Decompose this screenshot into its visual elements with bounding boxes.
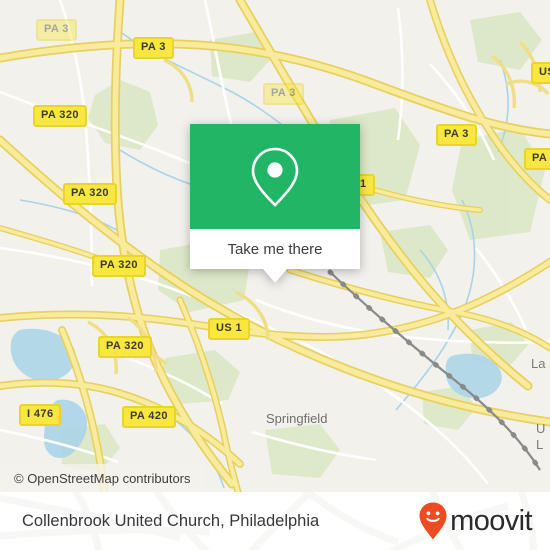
road-shield: US — [531, 62, 550, 84]
place-label: La — [531, 356, 546, 371]
place-label: L — [536, 437, 544, 452]
road-shield: PA 3 — [133, 37, 174, 59]
moovit-wordmark: moovit — [450, 504, 532, 537]
location-popup-card[interactable]: Take me there — [190, 124, 360, 283]
map-pin-icon — [251, 147, 299, 207]
attribution-text: © OpenStreetMap contributors — [14, 470, 191, 486]
moovit-brand-logo[interactable]: moovit — [418, 501, 533, 541]
place-label: Springfield — [266, 411, 328, 426]
road-shield: PA 3 — [263, 83, 304, 105]
popup-cta-row[interactable]: Take me there — [190, 229, 360, 269]
location-title: Collenbrook United Church, Philadelphia — [22, 511, 320, 530]
road-shield: I 476 — [19, 404, 62, 426]
footer-bar: Collenbrook United Church, Philadelphia … — [0, 492, 550, 550]
popup-pointer-tail — [263, 269, 287, 283]
osm-attribution[interactable]: © OpenStreetMap contributors — [0, 464, 205, 492]
moovit-map-screenshot: PA 3PA 3PA 3PA 320PA 3PA 3USPA 3201PA 32… — [0, 0, 550, 550]
popup-header — [190, 124, 360, 229]
map-canvas[interactable]: PA 3PA 3PA 3PA 320PA 3PA 3USPA 3201PA 32… — [0, 0, 550, 492]
road-shield: US 1 — [208, 318, 251, 340]
road-shield: PA 320 — [98, 336, 152, 358]
road-shield: PA 3 — [524, 148, 550, 170]
place-label: U — [536, 421, 546, 436]
road-shield: PA 320 — [33, 105, 87, 127]
take-me-there-label: Take me there — [227, 240, 323, 258]
road-shield: PA 320 — [92, 255, 146, 277]
road-shield: PA 3 — [436, 124, 477, 146]
road-shield: PA 3 — [36, 19, 77, 41]
moovit-smiley-pin-icon — [419, 502, 447, 540]
road-shield: PA 320 — [63, 183, 117, 205]
road-shield: PA 420 — [122, 406, 176, 428]
